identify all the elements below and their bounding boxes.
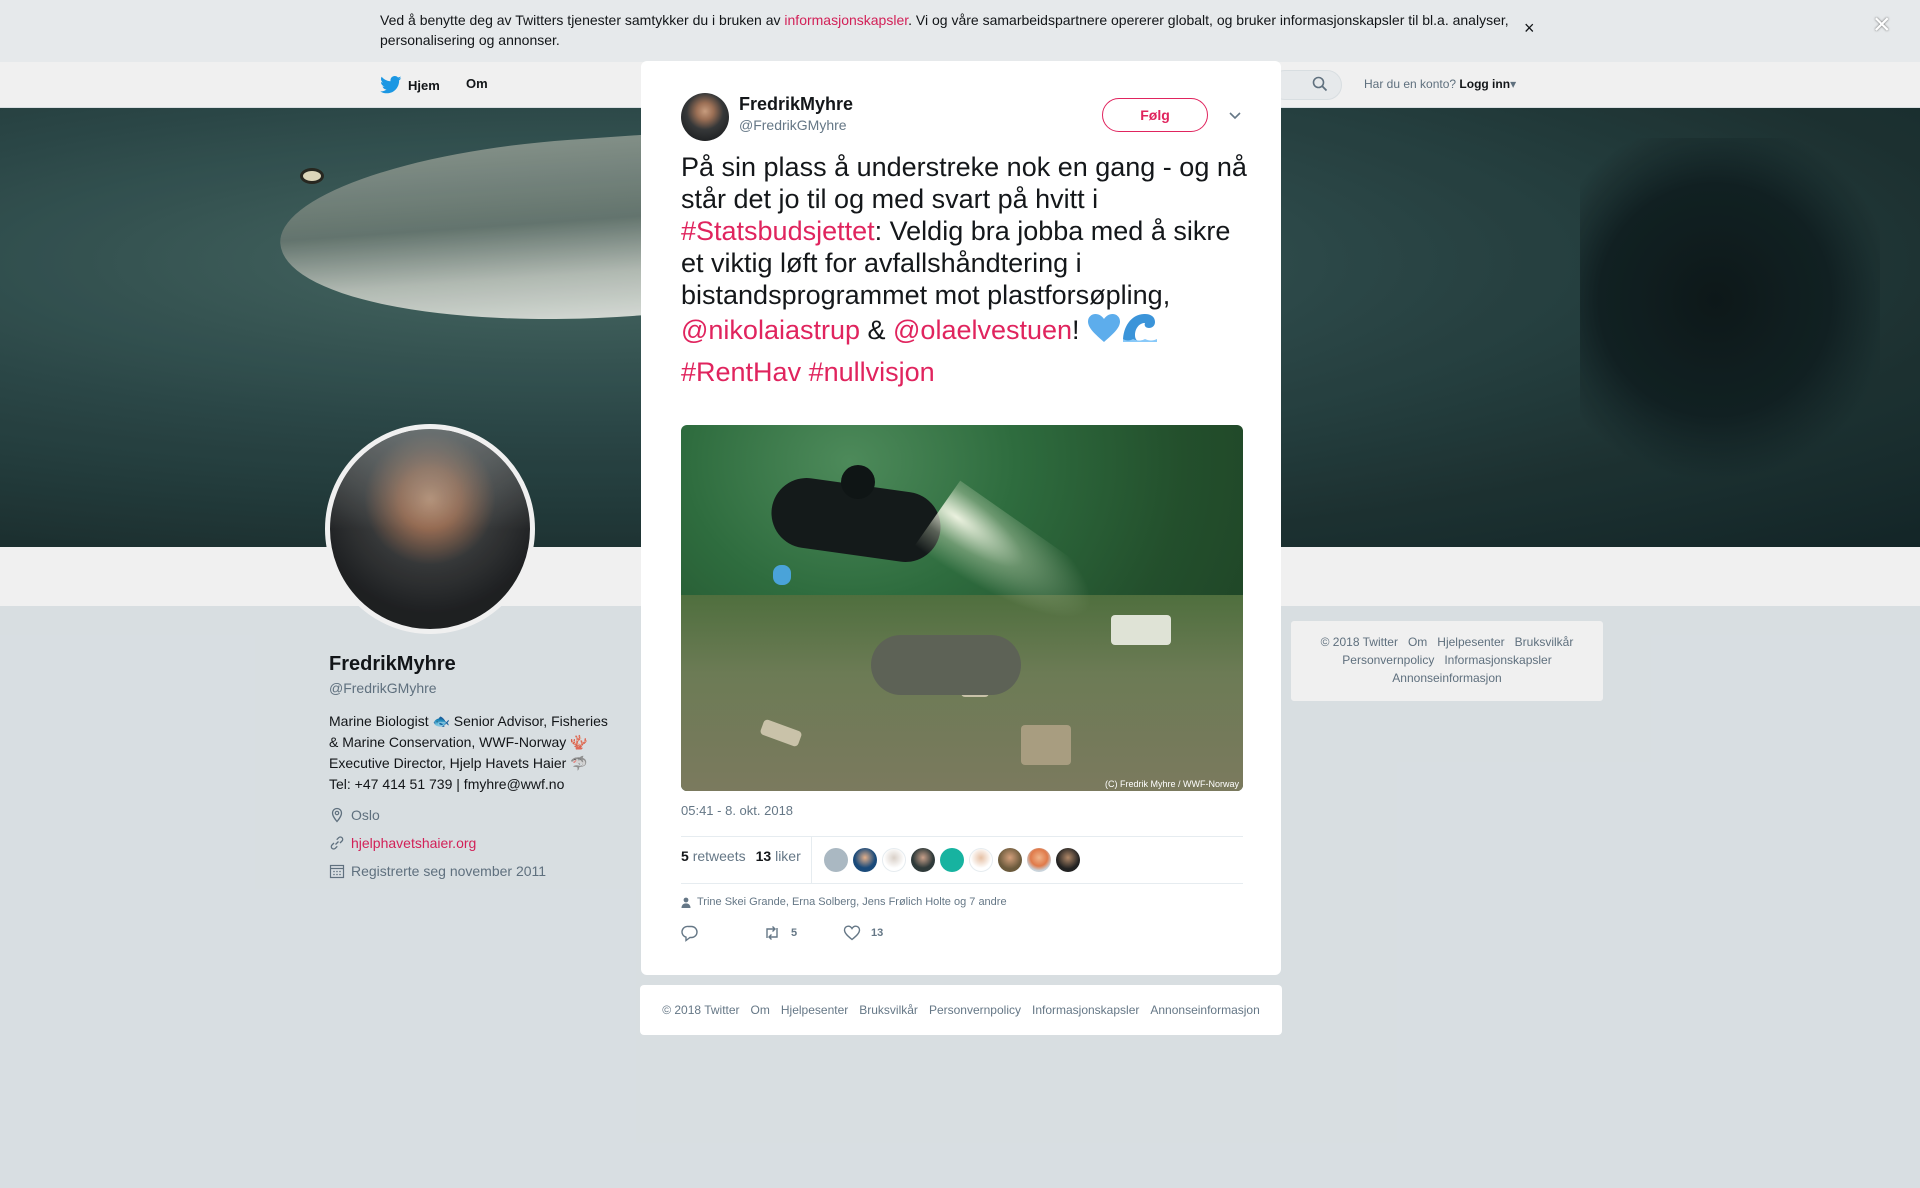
retweet-icon <box>766 926 778 940</box>
tweet-author-avatar[interactable] <box>681 93 729 141</box>
tweet-actions: 5 13 <box>681 924 883 942</box>
hashtag-link[interactable]: #nullvisjon <box>809 357 935 387</box>
tweet-photo[interactable]: (C) Fredrik Myhre / WWF-Norway <box>681 425 1243 791</box>
photo-debris <box>871 635 1021 695</box>
footer-link-privacy[interactable]: Personvernpolicy <box>929 1003 1021 1017</box>
divider <box>681 836 1243 837</box>
photo-debris <box>1021 725 1071 765</box>
tweet-text-part: ! <box>1072 315 1088 345</box>
retweet-button[interactable]: 5 <box>763 924 843 942</box>
tweet-timestamp[interactable]: 05:41 - 8. okt. 2018 <box>681 803 793 818</box>
like-button[interactable]: 13 <box>843 924 883 942</box>
follow-button[interactable]: Følg <box>1102 98 1208 132</box>
like-icon <box>843 925 861 941</box>
hashtag-link[interactable]: #RentHav <box>681 357 801 387</box>
liked-by-summary[interactable]: Trine Skei Grande, Erna Solberg, Jens Fr… <box>681 896 1007 908</box>
footer-link-help[interactable]: Hjelpesenter <box>781 1003 848 1017</box>
liker-avatar[interactable] <box>998 848 1022 872</box>
photo-diver-head <box>841 465 875 499</box>
liker-avatar[interactable] <box>882 848 906 872</box>
footer-link-ads-info[interactable]: Annonseinformasjon <box>1150 1003 1259 1017</box>
hashtag-link[interactable]: #Statsbudsjettet <box>681 216 875 246</box>
reply-button[interactable] <box>681 924 763 942</box>
divider <box>681 883 1243 884</box>
like-count: 13 <box>871 927 884 939</box>
liked-by-text: Trine Skei Grande, Erna Solberg, Jens Fr… <box>697 896 1007 908</box>
footer-copyright: © 2018 Twitter <box>662 1003 740 1017</box>
tweet-text-part: På sin plass å understreke nok en gang -… <box>681 152 1247 214</box>
liker-avatars <box>824 848 1080 872</box>
footer-link-about[interactable]: Om <box>751 1003 770 1017</box>
tweet-text: På sin plass å understreke nok en gang -… <box>681 151 1251 388</box>
user-icon <box>681 897 691 908</box>
modal-footer: © 2018 Twitter Om Hjelpesenter Bruksvilk… <box>640 985 1282 1035</box>
wave-emoji <box>1123 314 1158 342</box>
retweet-count: 5 <box>791 927 798 939</box>
mention-link[interactable]: @nikolaiastrup <box>681 315 860 345</box>
photo-credit: (C) Fredrik Myhre / WWF-Norway <box>1105 779 1239 789</box>
chevron-down-icon[interactable] <box>1225 105 1245 125</box>
reply-icon <box>681 925 698 942</box>
liker-avatar[interactable] <box>969 848 993 872</box>
photo-diver-glove <box>773 565 791 585</box>
tweet-text-part: & <box>860 315 894 345</box>
liker-avatar[interactable] <box>911 848 935 872</box>
retweets-count: 5 <box>681 848 689 864</box>
tweet-hashtags: #RentHav #nullvisjon <box>681 356 1251 388</box>
divider <box>811 837 812 883</box>
likes-count: 13 <box>755 848 772 864</box>
liker-avatar[interactable] <box>940 848 964 872</box>
likes-stat[interactable]: 13 liker <box>756 848 801 864</box>
likes-label: liker <box>775 848 801 864</box>
footer-link-terms[interactable]: Bruksvilkår <box>859 1003 918 1017</box>
liker-avatar[interactable] <box>1027 848 1051 872</box>
retweets-label: retweets <box>692 848 746 864</box>
mention-link[interactable]: @olaelvestuen <box>893 315 1072 345</box>
liker-avatar[interactable] <box>853 848 877 872</box>
close-icon[interactable]: × <box>1873 10 1891 40</box>
tweet-stats: 5 retweets 13 liker <box>681 848 801 864</box>
tweet-author-name[interactable]: FredrikMyhre <box>739 94 853 115</box>
footer-link-cookies[interactable]: Informasjonskapsler <box>1032 1003 1139 1017</box>
liker-avatar[interactable] <box>824 848 848 872</box>
liker-avatar[interactable] <box>1056 848 1080 872</box>
blue-heart-emoji <box>1088 314 1121 342</box>
tweet-author-handle[interactable]: @FredrikGMyhre <box>739 117 847 133</box>
retweets-stat[interactable]: 5 retweets <box>681 848 746 864</box>
tweet-modal: FredrikMyhre @FredrikGMyhre Følg På sin … <box>641 61 1281 975</box>
photo-debris <box>1111 615 1171 645</box>
